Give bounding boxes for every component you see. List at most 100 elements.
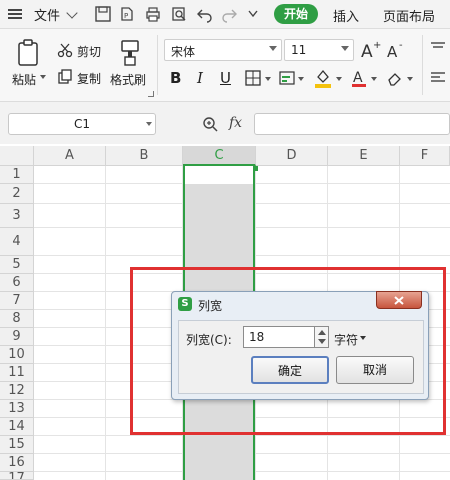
svg-text:A: A — [353, 70, 363, 86]
column-header-c[interactable]: C — [183, 146, 256, 166]
ribbon: 粘贴 剪切 复制 格式刷 宋体 11 A + A - B I U A — [0, 29, 450, 102]
customize-toolbar-icon[interactable] — [248, 10, 258, 18]
undo-icon[interactable] — [196, 5, 214, 23]
svg-text:A: A — [387, 43, 398, 61]
formula-input[interactable] — [254, 113, 450, 135]
chevron-down-icon[interactable] — [66, 7, 78, 19]
chevron-down-icon[interactable] — [40, 75, 46, 79]
chevron-down-icon[interactable] — [269, 46, 277, 51]
hamburger-menu-icon[interactable] — [8, 9, 22, 19]
italic-button[interactable]: I — [197, 69, 203, 87]
cut-button[interactable]: 剪切 — [77, 43, 101, 60]
paste-button[interactable]: 粘贴 — [12, 71, 36, 88]
svg-text:A: A — [361, 42, 373, 61]
increase-font-size-icon[interactable]: A + — [360, 39, 382, 61]
align-left-icon[interactable] — [430, 71, 446, 85]
copy-icon[interactable] — [57, 69, 73, 85]
formula-bar: C1 fx — [0, 102, 450, 144]
row-header[interactable]: 16 — [0, 454, 34, 472]
file-menu[interactable]: 文件 — [34, 5, 60, 24]
zoom-formula-icon[interactable] — [201, 115, 219, 133]
menu-bar: 文件 P 开始 插入 页面布局 — [0, 0, 450, 29]
font-color-icon[interactable]: A — [350, 67, 368, 89]
chevron-down-icon[interactable] — [341, 46, 349, 51]
row-header[interactable]: 3 — [0, 204, 34, 228]
row-header[interactable]: 9 — [0, 328, 34, 346]
paste-icon[interactable] — [16, 39, 42, 67]
ok-button[interactable]: 确定 — [251, 356, 329, 384]
copy-button[interactable]: 复制 — [77, 70, 101, 87]
font-size-value: 11 — [291, 43, 307, 57]
insert-function-button[interactable]: fx — [229, 115, 242, 131]
chevron-down-icon[interactable] — [265, 77, 271, 81]
svg-text:+: + — [373, 40, 381, 51]
row-header[interactable]: 8 — [0, 310, 34, 328]
row-header[interactable]: 4 — [0, 228, 34, 256]
font-size-combo[interactable]: 11 — [284, 39, 354, 61]
chevron-down-icon[interactable] — [298, 77, 304, 81]
row-header[interactable]: 7 — [0, 292, 34, 310]
svg-text:P: P — [124, 12, 128, 20]
dialog-body: 列宽(C): 18 字符 确定 取消 — [178, 320, 424, 394]
close-icon — [394, 296, 404, 305]
chevron-down-icon[interactable] — [407, 77, 413, 81]
font-name-combo[interactable]: 宋体 — [164, 39, 282, 61]
redo-icon[interactable] — [220, 5, 238, 23]
row-header[interactable]: 11 — [0, 364, 34, 382]
print-icon[interactable] — [144, 5, 162, 23]
underline-button[interactable]: U — [220, 69, 231, 87]
row-header[interactable]: 2 — [0, 184, 34, 204]
row-header[interactable]: 6 — [0, 274, 34, 292]
align-top-icon[interactable] — [430, 41, 446, 55]
format-painter-icon[interactable] — [118, 39, 142, 67]
row-header[interactable]: 10 — [0, 346, 34, 364]
close-button[interactable] — [376, 291, 422, 309]
tab-insert[interactable]: 插入 — [333, 6, 359, 25]
ribbon-separator — [422, 35, 423, 95]
width-input[interactable]: 18 — [243, 326, 315, 348]
chevron-down-icon[interactable] — [371, 77, 377, 81]
fill-color-icon[interactable] — [313, 67, 333, 89]
chevron-down-icon[interactable] — [146, 122, 152, 126]
column-header-a[interactable]: A — [34, 146, 106, 166]
row-header[interactable]: 12 — [0, 382, 34, 400]
row-header[interactable]: 14 — [0, 418, 34, 436]
print-preview-icon[interactable] — [170, 5, 188, 23]
select-all-corner[interactable] — [0, 146, 34, 166]
svg-text:-: - — [399, 40, 403, 51]
dialog-launcher-icon[interactable] — [148, 91, 154, 97]
row-header[interactable]: 15 — [0, 436, 34, 454]
row-header[interactable]: 13 — [0, 400, 34, 418]
tab-page-layout[interactable]: 页面布局 — [383, 6, 435, 25]
chevron-down-icon[interactable] — [360, 336, 366, 340]
cancel-button[interactable]: 取消 — [336, 356, 414, 384]
column-header-e[interactable]: E — [328, 146, 400, 166]
gridline — [105, 166, 106, 480]
spin-down-icon[interactable] — [318, 339, 326, 344]
unit-dropdown[interactable]: 字符 — [334, 331, 358, 348]
conditional-format-icon[interactable] — [278, 69, 296, 87]
scissors-icon[interactable] — [57, 42, 73, 58]
row-header[interactable]: 1 — [0, 166, 34, 184]
active-cell-c1[interactable] — [185, 166, 253, 184]
bold-button[interactable]: B — [170, 69, 181, 87]
spin-up-icon[interactable] — [318, 330, 326, 335]
fill-handle[interactable] — [253, 166, 258, 171]
font-name-value: 宋体 — [171, 45, 196, 59]
column-header-d[interactable]: D — [256, 146, 328, 166]
row-header[interactable]: 17 — [0, 472, 34, 480]
borders-icon[interactable] — [244, 69, 262, 87]
chevron-down-icon[interactable] — [336, 77, 342, 81]
app-logo-icon: S — [178, 297, 192, 311]
decrease-font-size-icon[interactable]: A - — [386, 39, 408, 61]
row-header[interactable]: 5 — [0, 256, 34, 274]
format-painter-button[interactable]: 格式刷 — [110, 71, 146, 88]
tab-start[interactable]: 开始 — [274, 4, 318, 24]
column-header-f[interactable]: F — [400, 146, 450, 166]
save-icon[interactable] — [94, 5, 112, 23]
column-header-b[interactable]: B — [106, 146, 183, 166]
export-pdf-icon[interactable]: P — [118, 5, 136, 23]
name-box[interactable]: C1 — [8, 113, 156, 135]
eraser-icon[interactable] — [386, 69, 404, 87]
width-spinner[interactable] — [315, 326, 329, 348]
